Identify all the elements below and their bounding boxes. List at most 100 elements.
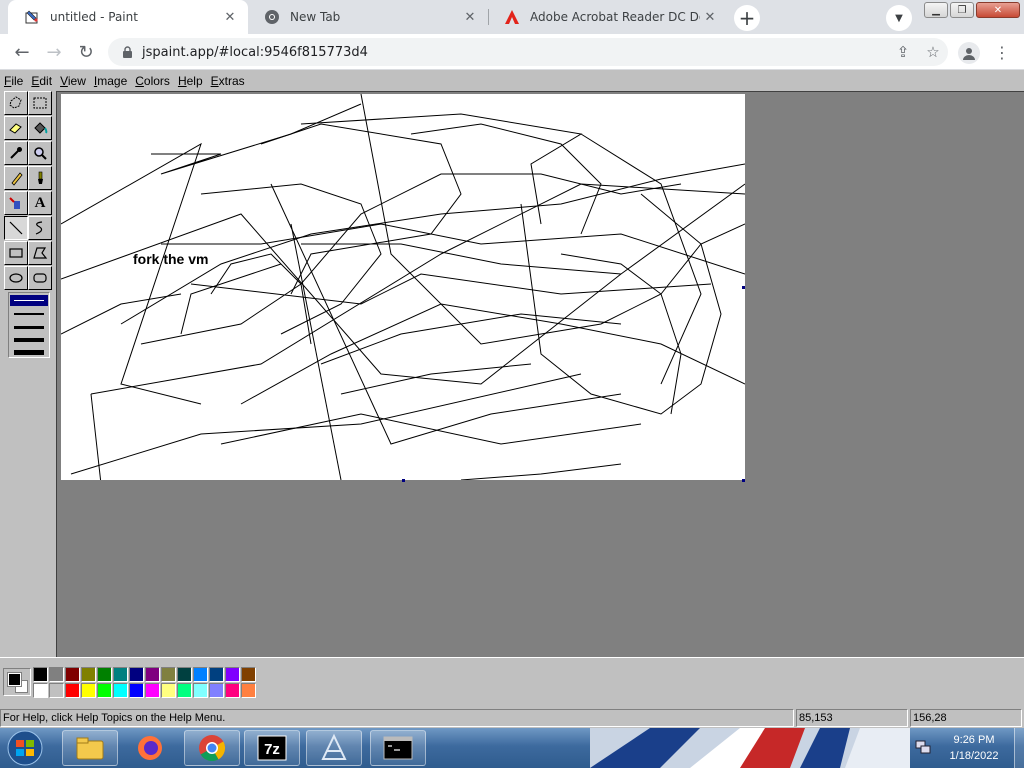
back-button[interactable]: ← [9,39,35,65]
browser-menu-button[interactable]: ⋮ [992,40,1012,64]
palette-swatch[interactable] [113,667,128,682]
tab-adobe[interactable]: Adobe Acrobat Reader DC Down ✕ [488,0,728,34]
palette-swatch[interactable] [97,667,112,682]
close-tab-icon[interactable]: ✕ [220,7,240,27]
palette-swatch[interactable] [145,683,160,698]
profile-avatar[interactable] [958,42,980,64]
palette-swatch[interactable] [81,683,96,698]
airbrush-tool[interactable] [4,191,28,215]
taskbar-explorer[interactable] [62,730,118,766]
palette-swatch[interactable] [193,683,208,698]
rounded-rectangle-tool[interactable] [28,266,52,290]
palette-swatch[interactable] [241,683,256,698]
palette-swatch[interactable] [145,667,160,682]
palette-swatch[interactable] [193,667,208,682]
foreground-color-swatch [7,672,22,687]
taskbar-clock[interactable]: 9:26 PM 1/18/2022 [938,732,1010,764]
rectangle-tool[interactable] [4,241,28,265]
line-width-3[interactable] [14,326,44,329]
taskbar-firefox[interactable] [122,730,178,766]
tab-title: Adobe Acrobat Reader DC Down [530,10,700,24]
palette-swatch[interactable] [177,683,192,698]
curve-tool[interactable] [28,216,52,240]
minimize-button[interactable]: ▁ [924,2,948,18]
line-width-5[interactable] [14,350,44,355]
brush-tool[interactable] [28,166,52,190]
palette-swatch[interactable] [33,683,48,698]
network-icon[interactable] [914,738,932,756]
forward-button[interactable]: → [41,39,67,65]
text-tool[interactable]: A [28,191,52,215]
bookmark-star-icon[interactable]: ☆ [918,38,948,66]
free-form-select-tool[interactable] [4,91,28,115]
ellipse-tool[interactable] [4,266,28,290]
arrow-left-icon: ← [14,41,30,63]
taskbar-cmd[interactable] [370,730,426,766]
resize-handle-bottom[interactable] [402,479,405,482]
palette-swatch[interactable] [209,667,224,682]
menu-image[interactable]: Image [90,72,131,90]
fill-with-color-tool[interactable] [28,116,52,140]
line-width-4[interactable] [14,338,44,342]
toolbox: A [0,91,56,657]
magnifier-tool[interactable] [28,141,52,165]
pencil-tool[interactable] [4,166,28,190]
show-desktop-button[interactable] [1014,728,1024,768]
palette-swatch[interactable] [81,667,96,682]
resize-handle-corner[interactable] [742,479,745,482]
rectangle-select-tool[interactable] [28,91,52,115]
palette-swatch[interactable] [97,683,112,698]
new-tab-button[interactable]: + [734,5,760,31]
palette-swatch[interactable] [65,683,80,698]
palette-swatch[interactable] [225,683,240,698]
menu-extras[interactable]: Extras [207,72,249,90]
palette-swatch[interactable] [209,683,224,698]
palette-swatch[interactable] [65,667,80,682]
7zip-icon: 7z [257,735,287,761]
menu-edit[interactable]: Edit [27,72,56,90]
palette-swatch[interactable] [113,683,128,698]
menu-file[interactable]: File [0,72,27,90]
address-bar[interactable]: jspaint.app/#local:9546f815773d4 ⇪ ☆ [108,38,948,66]
start-button[interactable] [4,730,46,766]
tab-new-tab[interactable]: New Tab ✕ [248,0,488,34]
palette-swatch[interactable] [49,667,64,682]
reload-button[interactable]: ↻ [73,39,99,65]
taskbar-app[interactable] [306,730,362,766]
airbrush-icon [9,197,20,209]
current-colors[interactable] [3,668,31,696]
palette-swatch[interactable] [161,667,176,682]
tab-paint[interactable]: untitled - Paint ✕ [8,0,248,34]
close-window-button[interactable]: ✕ [976,2,1020,18]
menu-view[interactable]: View [56,72,90,90]
menu-help[interactable]: Help [174,72,207,90]
line-tool[interactable] [4,216,28,240]
maximize-button[interactable]: ❐ [950,2,974,18]
taskbar-chrome[interactable] [184,730,240,766]
eraser-tool[interactable] [4,116,28,140]
line-width-2[interactable] [14,313,44,315]
palette-swatch[interactable] [241,667,256,682]
palette-swatch[interactable] [161,683,176,698]
palette-swatch[interactable] [177,667,192,682]
chrome-icon [199,735,226,762]
share-icon[interactable]: ⇪ [888,38,918,66]
palette-swatch[interactable] [129,683,144,698]
pick-color-tool[interactable] [4,141,28,165]
curve-icon [35,221,43,235]
palette-swatch[interactable] [129,667,144,682]
palette-swatch[interactable] [49,683,64,698]
app-icon [321,733,347,760]
palette-swatch[interactable] [225,667,240,682]
magnifier-icon [34,147,47,160]
tab-search-button[interactable]: ▼ [886,5,912,31]
palette-swatch[interactable] [33,667,48,682]
resize-handle-right[interactable] [742,286,745,289]
line-width-1[interactable] [14,300,44,301]
menu-colors[interactable]: Colors [131,72,174,90]
taskbar-7zip[interactable]: 7z [244,730,300,766]
drawing-canvas[interactable]: fork the vm [61,94,745,480]
polygon-tool[interactable] [28,241,52,265]
close-tab-icon[interactable]: ✕ [700,7,720,27]
close-tab-icon[interactable]: ✕ [460,7,480,27]
